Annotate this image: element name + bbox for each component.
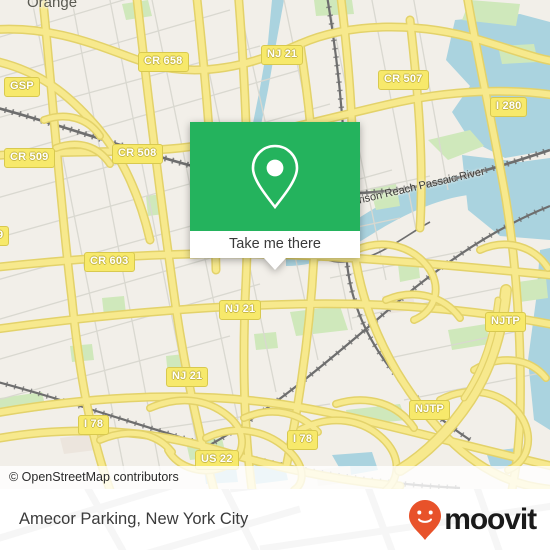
road-shield: CR 658: [138, 52, 189, 72]
location-callout[interactable]: Take me there: [190, 122, 360, 270]
map-canvas[interactable]: CR 658 NJ 21 CR 507 I 280 GSP CR 509 CR …: [0, 0, 550, 489]
moovit-brand[interactable]: moovit: [408, 489, 537, 550]
road-shield: NJ 21: [166, 367, 209, 387]
road-shield: I 280: [490, 97, 528, 117]
road-shield: NJTP: [485, 312, 526, 332]
osm-attribution-text[interactable]: © OpenStreetMap contributors: [9, 471, 179, 484]
map-pin-icon: [251, 144, 299, 209]
road-shield: GSP: [4, 77, 40, 97]
moovit-wordmark: moovit: [444, 502, 537, 536]
road-shield: CR 603: [84, 252, 135, 272]
map-screenshot: CR 658 NJ 21 CR 507 I 280 GSP CR 509 CR …: [0, 0, 550, 550]
road-shield: NJ 21: [261, 45, 304, 65]
place-label-orange: Orange: [27, 0, 78, 11]
road-shield: 9: [0, 226, 10, 246]
road-shield: CR 508: [112, 144, 163, 164]
road-shield: NJTP: [409, 400, 450, 420]
road-shield: I 78: [78, 415, 110, 435]
bottom-title-bar: Amecor Parking, New York City moovit: [0, 489, 550, 550]
callout-action-bar[interactable]: Take me there: [190, 231, 360, 270]
callout-pin-panel: [190, 122, 360, 231]
road-shield: CR 509: [4, 148, 55, 168]
take-me-there-label: Take me there: [229, 236, 321, 253]
moovit-pin-smiley-icon: [409, 499, 442, 540]
page-title: Amecor Parking, New York City: [19, 510, 249, 529]
road-shield: I 78: [287, 430, 319, 450]
osm-attribution-bar: © OpenStreetMap contributors: [0, 466, 550, 489]
callout-tail-icon: [264, 258, 286, 270]
road-shield: CR 507: [378, 70, 429, 90]
road-shield: NJ 21: [219, 300, 262, 320]
